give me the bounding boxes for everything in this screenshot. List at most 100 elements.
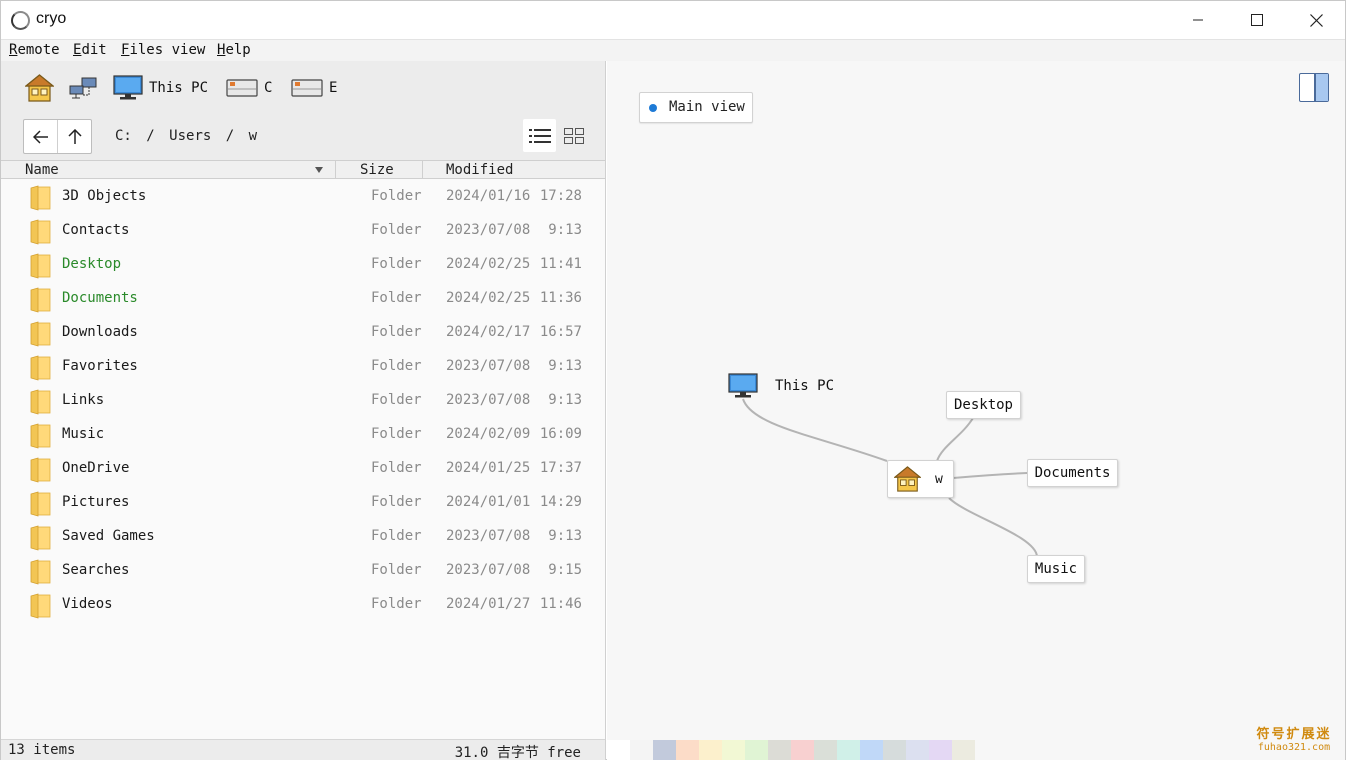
maximize-button[interactable] xyxy=(1228,1,1286,39)
file-name: Links xyxy=(62,392,105,408)
file-row[interactable]: OneDrive Folder 2024/01/25 17:37 xyxy=(1,452,605,486)
minimize-icon xyxy=(1193,19,1203,21)
file-time: 14:29 xyxy=(539,494,582,510)
grid-view-button[interactable] xyxy=(559,119,589,152)
file-time: 9:13 xyxy=(548,392,582,408)
location-network-button[interactable] xyxy=(69,73,99,103)
list-view-button[interactable] xyxy=(523,119,556,152)
file-size: Folder xyxy=(371,290,422,306)
up-button[interactable] xyxy=(58,120,92,153)
split-panel-icon xyxy=(1314,74,1328,101)
breadcrumb-item[interactable]: Users xyxy=(169,128,211,144)
color-swatch[interactable] xyxy=(837,740,860,760)
edge-desktop xyxy=(936,417,974,462)
location-drive-c-button[interactable]: C xyxy=(226,73,272,103)
color-swatch[interactable] xyxy=(676,740,699,760)
color-swatch[interactable] xyxy=(883,740,906,760)
file-date: 2024/01/01 xyxy=(446,494,531,510)
file-row[interactable]: Links Folder 2023/07/08 9:13 xyxy=(1,384,605,418)
location-this-pc-button[interactable]: This PC xyxy=(113,73,208,103)
file-row[interactable]: 3D Objects Folder 2024/01/16 17:28 xyxy=(1,180,605,214)
file-size: Folder xyxy=(371,358,422,374)
graph-node-music[interactable]: Music xyxy=(1027,555,1085,583)
file-name: Downloads xyxy=(62,324,138,340)
title-bar[interactable]: cryo xyxy=(1,1,1345,39)
file-row[interactable]: Favorites Folder 2023/07/08 9:13 xyxy=(1,350,605,384)
file-row[interactable]: Contacts Folder 2023/07/08 9:13 xyxy=(1,214,605,248)
menu-help[interactable]: Help xyxy=(217,42,251,58)
color-swatch[interactable] xyxy=(699,740,722,760)
file-time: 9:13 xyxy=(548,358,582,374)
file-row[interactable]: Documents Folder 2024/02/25 11:36 xyxy=(1,282,605,316)
graph-node-desktop[interactable]: Desktop xyxy=(946,391,1021,419)
file-date: 2024/02/25 xyxy=(446,256,531,272)
menu-edit[interactable]: Edit xyxy=(73,42,107,58)
file-time: 11:41 xyxy=(539,256,582,272)
folder-icon-wrap xyxy=(29,423,51,453)
color-swatch[interactable] xyxy=(906,740,929,760)
folder-icon xyxy=(30,423,51,449)
location-label-c: C xyxy=(264,80,273,96)
file-size: Folder xyxy=(371,528,422,544)
location-home-button[interactable] xyxy=(25,73,54,103)
folder-icon-wrap xyxy=(29,253,51,283)
color-swatch[interactable] xyxy=(814,740,837,760)
file-time: 9:13 xyxy=(548,528,582,544)
back-button[interactable] xyxy=(24,120,58,153)
file-name: Searches xyxy=(62,562,130,578)
file-row[interactable]: Music Folder 2024/02/09 16:09 xyxy=(1,418,605,452)
file-date: 2023/07/08 xyxy=(446,392,531,408)
color-swatch[interactable] xyxy=(653,740,676,760)
location-drive-e-button[interactable]: E xyxy=(291,73,337,103)
file-size: Folder xyxy=(371,426,422,442)
menu-remote[interactable]: Remote xyxy=(9,42,60,58)
item-count: 13 items xyxy=(8,742,76,758)
color-swatch[interactable] xyxy=(630,740,653,760)
status-bar: 13 items 31.0 吉字节 free xyxy=(1,739,605,760)
color-swatch[interactable] xyxy=(607,740,630,760)
file-time: 16:09 xyxy=(539,426,582,442)
column-divider[interactable] xyxy=(335,161,336,179)
file-name: Contacts xyxy=(62,222,130,238)
column-modified[interactable]: Modified xyxy=(446,162,513,178)
graph-node-home[interactable]: w xyxy=(887,460,954,498)
close-icon xyxy=(1309,13,1323,27)
sort-descending-icon[interactable] xyxy=(315,167,323,173)
file-row[interactable]: Searches Folder 2023/07/08 9:15 xyxy=(1,554,605,588)
main-view-tag[interactable]: Main view xyxy=(639,92,753,123)
folder-icon xyxy=(30,525,51,551)
breadcrumb-item[interactable]: C: xyxy=(115,128,132,144)
graph-node-this-pc[interactable]: This PC xyxy=(728,373,834,399)
file-row[interactable]: Pictures Folder 2024/01/01 14:29 xyxy=(1,486,605,520)
breadcrumb-item[interactable]: w xyxy=(249,128,257,144)
folder-icon xyxy=(30,457,51,483)
color-swatch[interactable] xyxy=(952,740,975,760)
free-space: 31.0 吉字节 free xyxy=(454,745,581,760)
file-row[interactable]: Videos Folder 2024/01/27 11:46 xyxy=(1,588,605,622)
file-row[interactable]: Desktop Folder 2024/02/25 11:41 xyxy=(1,248,605,282)
close-button[interactable] xyxy=(1287,1,1345,39)
column-divider[interactable] xyxy=(422,161,423,179)
graph-node-label: This PC xyxy=(775,378,835,394)
minimize-button[interactable] xyxy=(1169,1,1227,39)
folder-icon xyxy=(30,389,51,415)
file-name: Saved Games xyxy=(62,528,155,544)
menu-files-view[interactable]: Files view xyxy=(121,42,205,58)
file-row[interactable]: Saved Games Folder 2023/07/08 9:13 xyxy=(1,520,605,554)
folder-icon xyxy=(30,491,51,517)
location-label-e: E xyxy=(329,80,338,96)
color-swatch[interactable] xyxy=(791,740,814,760)
graph-node-documents[interactable]: Documents xyxy=(1027,459,1118,487)
edge-documents xyxy=(952,472,1028,479)
panel-toggle-button[interactable] xyxy=(1299,73,1329,102)
column-name[interactable]: Name xyxy=(25,162,59,178)
color-swatch[interactable] xyxy=(745,740,768,760)
file-row[interactable]: Downloads Folder 2024/02/17 16:57 xyxy=(1,316,605,350)
color-swatch[interactable] xyxy=(860,740,883,760)
column-size[interactable]: Size xyxy=(360,162,394,178)
file-date: 2024/02/25 xyxy=(446,290,531,306)
color-swatch[interactable] xyxy=(768,740,791,760)
color-swatch[interactable] xyxy=(722,740,745,760)
file-date: 2024/02/17 xyxy=(446,324,531,340)
color-swatch[interactable] xyxy=(929,740,952,760)
